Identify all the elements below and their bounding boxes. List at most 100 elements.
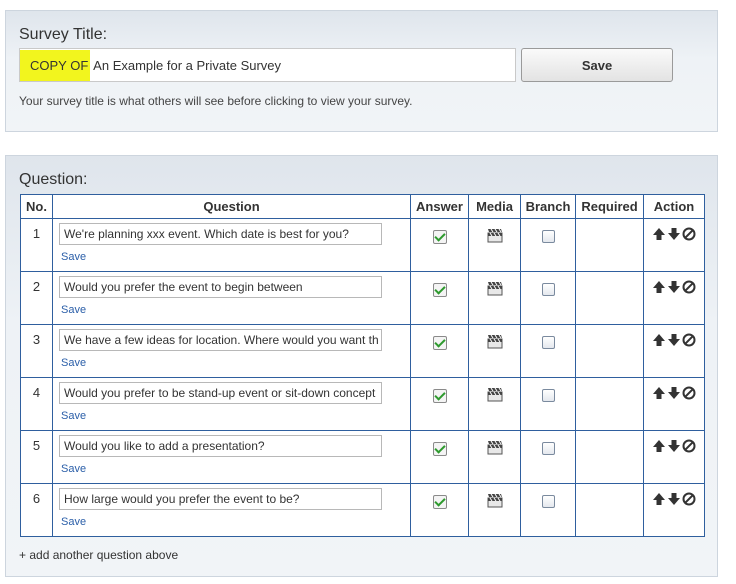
delete-circle-icon[interactable] [682,386,696,403]
action-cell [643,483,705,537]
question-save-link[interactable]: Save [61,304,410,316]
action-cell [643,324,705,378]
copy-of-highlight: COPY OF [20,50,91,81]
arrow-up-icon[interactable] [652,439,666,456]
question-text-input[interactable]: How large would you prefer the event to … [59,488,382,510]
question-text-input[interactable]: Would you like to add a presentation? [59,435,382,457]
answer-cell [410,483,469,537]
clapperboard-icon[interactable] [487,493,503,511]
question-number: 1 [20,218,53,272]
arrow-down-icon[interactable] [667,492,681,509]
table-row: 6 How large would you prefer the event t… [20,483,705,537]
delete-circle-icon[interactable] [682,439,696,456]
green-check-icon[interactable] [432,442,447,456]
arrow-down-icon[interactable] [667,386,681,403]
answer-cell [410,218,469,272]
col-answer: Answer [410,194,469,219]
answer-cell [410,377,469,431]
answer-cell [410,271,469,325]
green-check-icon[interactable] [432,283,447,297]
question-save-link[interactable]: Save [61,410,410,422]
question-save-link[interactable]: Save [61,251,410,263]
branch-cell [520,324,576,378]
branch-checkbox[interactable] [541,336,555,349]
branch-cell [520,271,576,325]
col-question: Question [52,194,411,219]
delete-circle-icon[interactable] [682,227,696,244]
arrow-down-icon[interactable] [667,333,681,350]
table-row: 2 Would you prefer the event to begin be… [20,271,705,325]
green-check-icon[interactable] [432,336,447,350]
media-cell [468,218,521,272]
question-cell: We have a few ideas for location. Where … [52,324,411,378]
question-text-input[interactable]: Would you prefer to be stand-up event or… [59,382,382,404]
question-save-link[interactable]: Save [61,357,410,369]
arrow-up-icon[interactable] [652,492,666,509]
table-row: 4 Would you prefer to be stand-up event … [20,377,705,431]
action-cell [643,377,705,431]
survey-title-heading: Survey Title: [19,26,108,43]
media-cell [468,430,521,484]
add-question-link[interactable]: + add another question above [19,548,178,562]
clapperboard-icon[interactable] [487,440,503,458]
question-save-link[interactable]: Save [61,463,410,475]
required-cell [575,324,644,378]
answer-cell [410,430,469,484]
question-text-input[interactable]: We have a few ideas for location. Where … [59,329,382,351]
branch-cell [520,377,576,431]
branch-checkbox[interactable] [541,442,555,455]
question-heading: Question: [19,171,88,188]
arrow-down-icon[interactable] [667,439,681,456]
question-number: 4 [20,377,53,431]
survey-title-panel: Survey Title: COPY OF An Example for a P… [5,10,718,132]
arrow-up-icon[interactable] [652,333,666,350]
branch-cell [520,430,576,484]
required-cell [575,271,644,325]
arrow-down-icon[interactable] [667,227,681,244]
green-check-icon[interactable] [432,389,447,403]
question-cell: We're planning xxx event. Which date is … [52,218,411,272]
survey-title-text: An Example for a Private Survey [90,58,282,73]
media-cell [468,377,521,431]
delete-circle-icon[interactable] [682,492,696,509]
col-no: No. [20,194,53,219]
clapperboard-icon[interactable] [487,387,503,405]
clapperboard-icon[interactable] [487,334,503,352]
clapperboard-icon[interactable] [487,281,503,299]
branch-checkbox[interactable] [541,230,555,243]
arrow-up-icon[interactable] [652,386,666,403]
required-cell [575,218,644,272]
col-action: Action [643,194,705,219]
question-text-input[interactable]: Would you prefer the event to begin betw… [59,276,382,298]
answer-cell [410,324,469,378]
col-media: Media [468,194,521,219]
branch-checkbox[interactable] [541,283,555,296]
arrow-up-icon[interactable] [652,280,666,297]
media-cell [468,483,521,537]
branch-cell [520,218,576,272]
question-number: 2 [20,271,53,325]
arrow-down-icon[interactable] [667,280,681,297]
green-check-icon[interactable] [432,495,447,509]
question-cell: How large would you prefer the event to … [52,483,411,537]
question-cell: Would you prefer to be stand-up event or… [52,377,411,431]
arrow-up-icon[interactable] [652,227,666,244]
green-check-icon[interactable] [432,230,447,244]
save-title-button[interactable]: Save [521,48,673,82]
question-number: 6 [20,483,53,537]
clapperboard-icon[interactable] [487,228,503,246]
delete-circle-icon[interactable] [682,333,696,350]
question-save-link[interactable]: Save [61,516,410,528]
action-cell [643,430,705,484]
required-cell [575,483,644,537]
survey-title-input[interactable]: COPY OF An Example for a Private Survey [19,48,516,82]
survey-title-help: Your survey title is what others will se… [19,94,413,108]
question-cell: Would you prefer the event to begin betw… [52,271,411,325]
question-cell: Would you like to add a presentation? Sa… [52,430,411,484]
questions-table: No. Question Answer Media Branch Require… [20,194,705,537]
question-text-input[interactable]: We're planning xxx event. Which date is … [59,223,382,245]
branch-checkbox[interactable] [541,389,555,402]
branch-checkbox[interactable] [541,495,555,508]
required-cell [575,377,644,431]
delete-circle-icon[interactable] [682,280,696,297]
